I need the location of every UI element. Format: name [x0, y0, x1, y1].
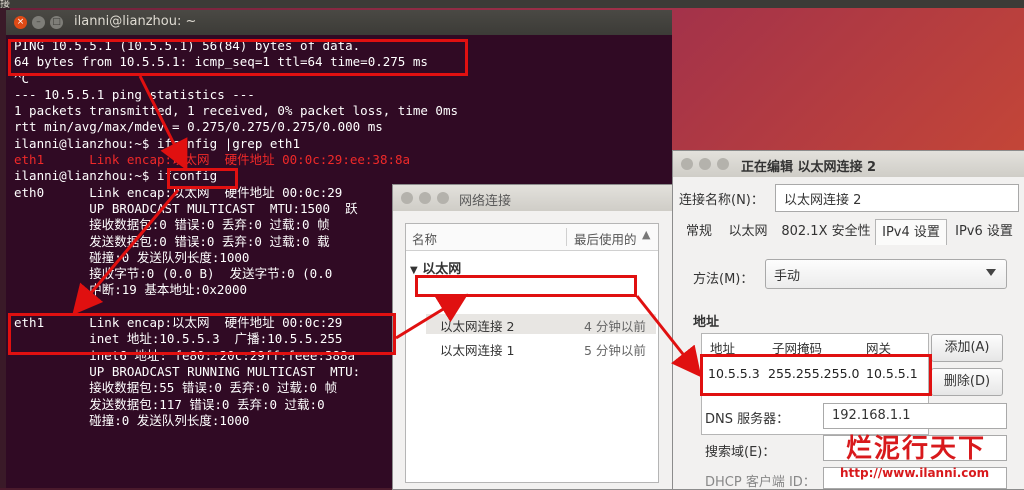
watermark-logo: 烂泥行天下: [846, 434, 987, 464]
arrow-connection-to-address: [635, 295, 702, 378]
arrow-eth1-to-connection: [395, 293, 469, 340]
arrow-ifconfig-to-eth1: [72, 189, 180, 316]
watermark: 烂泥行天下 http://www.ilanni.com: [838, 428, 1024, 488]
annotation-arrows: [72, 75, 702, 378]
watermark-url: http://www.ilanni.com: [840, 466, 990, 480]
arrow-ping-to-ifconfig: [138, 75, 188, 171]
